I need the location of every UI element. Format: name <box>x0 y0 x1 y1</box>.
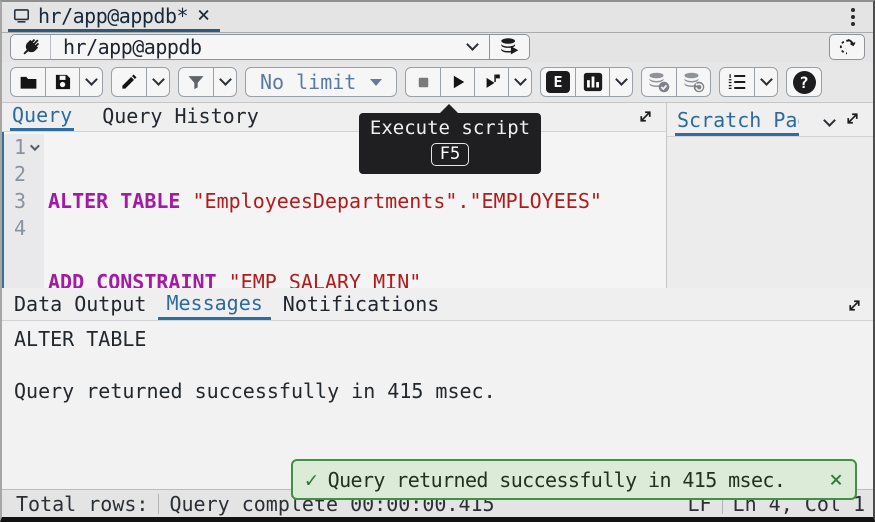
document-tabbar: hr/app@appdb* × <box>2 2 873 33</box>
macro-options-chevron-icon[interactable] <box>754 68 777 96</box>
close-icon[interactable]: × <box>195 5 212 27</box>
tab-notifications[interactable]: Notifications <box>281 292 442 320</box>
tab-query-tool[interactable]: hr/app@appdb* × <box>8 2 220 32</box>
check-icon: ✓ <box>305 468 318 492</box>
fold-chevron-icon[interactable] <box>30 141 40 151</box>
explain-button[interactable]: E <box>541 68 575 96</box>
total-rows-label: Total rows: <box>2 492 148 516</box>
tooltip-arrow <box>440 104 458 113</box>
success-toast: ✓ Query returned successfully in 415 mse… <box>291 459 857 500</box>
refresh-connection-button[interactable] <box>829 34 865 60</box>
plug-icon <box>11 35 51 59</box>
save-options-chevron-icon[interactable] <box>79 68 102 96</box>
execute-options-chevron-icon[interactable] <box>508 68 531 96</box>
open-file-button[interactable] <box>11 68 45 96</box>
connection-selector[interactable]: hr/app@appdb <box>10 34 530 60</box>
tab-query[interactable]: Query <box>10 103 74 131</box>
new-connection-button[interactable] <box>489 35 529 59</box>
edit-icon[interactable] <box>112 68 146 96</box>
execute-current-button[interactable] <box>474 68 508 96</box>
expand-icon[interactable] <box>846 297 863 320</box>
commit-button[interactable] <box>642 68 676 96</box>
macro-list-icon[interactable] <box>720 68 754 96</box>
execute-script-tooltip: Execute script F5 <box>359 113 541 174</box>
scratch-pad-editor[interactable] <box>667 137 873 288</box>
statusbar-divider <box>158 494 159 514</box>
terminal-window-icon <box>12 6 31 25</box>
row-limit-select[interactable]: No limit <box>246 68 396 96</box>
tab-data-output[interactable]: Data Output <box>12 292 148 320</box>
toast-close-icon[interactable]: × <box>829 467 843 493</box>
query-pane: Query Query History 1 2 3 4 ALTER TABLE … <box>2 103 666 288</box>
chevron-down-icon[interactable] <box>455 35 489 59</box>
message-line: ALTER TABLE <box>14 326 861 352</box>
query-toolbar: No limit E <box>2 62 873 103</box>
message-line: Query returned successfully in 415 msec. <box>14 378 861 404</box>
filter-options-chevron-icon[interactable] <box>213 68 236 96</box>
connection-name[interactable]: hr/app@appdb <box>51 35 455 59</box>
help-button[interactable]: ? <box>787 68 821 96</box>
output-tabbar: Data Output Messages Notifications <box>2 288 873 321</box>
code-line: ALTER TABLE "EmployeesDepartments"."EMPL… <box>48 188 602 215</box>
scratch-pane: Scratch Pad <box>666 103 873 288</box>
expand-icon[interactable] <box>637 108 654 125</box>
edit-options-chevron-icon[interactable] <box>146 68 169 96</box>
tooltip-shortcut-key: F5 <box>431 143 469 166</box>
tooltip-title: Execute script <box>359 117 541 139</box>
dropdown-arrow-icon <box>370 79 382 86</box>
toast-message: Query returned successfully in 415 msec. <box>328 468 786 492</box>
query-tool-window: hr/app@appdb* × hr/app@appdb <box>0 0 875 522</box>
filter-icon[interactable] <box>179 68 213 96</box>
message-line <box>14 352 861 378</box>
connection-bar: hr/app@appdb <box>2 33 873 62</box>
kebab-menu-icon[interactable] <box>845 5 861 29</box>
save-button[interactable] <box>45 68 79 96</box>
tab-title: hr/app@appdb* <box>38 4 188 28</box>
rollback-button[interactable] <box>676 68 710 96</box>
chevron-down-icon[interactable] <box>825 106 834 130</box>
tab-query-history[interactable]: Query History <box>100 104 261 131</box>
explain-analyze-button[interactable] <box>575 68 609 96</box>
tab-scratch-pad[interactable]: Scratch Pad <box>675 108 799 136</box>
stop-button[interactable] <box>406 68 440 96</box>
execute-button[interactable] <box>440 68 474 96</box>
tab-messages[interactable]: Messages <box>158 291 270 320</box>
expand-icon[interactable] <box>844 110 861 127</box>
explain-options-chevron-icon[interactable] <box>609 68 632 96</box>
